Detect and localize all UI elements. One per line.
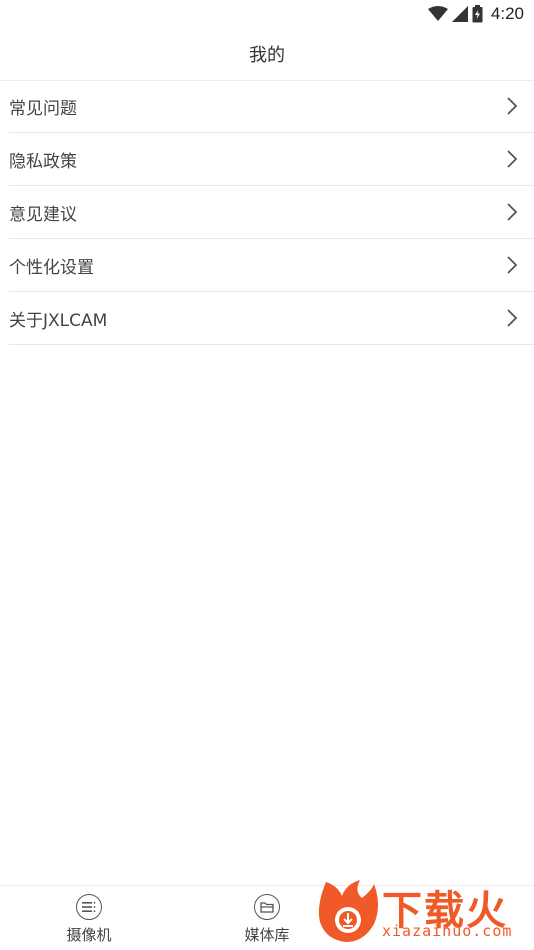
tab-media-label: 媒体库	[244, 926, 290, 944]
status-bar: 4:20	[0, 0, 534, 28]
chevron-right-icon	[506, 96, 518, 116]
folder-icon	[254, 894, 280, 920]
watermark-url: xiazaihuo.com	[382, 922, 513, 940]
flame-logo-icon	[318, 880, 378, 942]
menu-item-label: 隐私政策	[9, 151, 77, 172]
menu-item-label: 常见问题	[9, 98, 77, 119]
menu-item-about[interactable]: 关于JXLCAM	[9, 292, 534, 345]
chevron-right-icon	[506, 308, 518, 328]
app-screen: 4:20 我的 常见问题 隐私政策 意见建议 个性化设置 关于JXLCAM 摄像…	[0, 0, 534, 950]
page-title: 我的	[249, 45, 285, 66]
battery-icon	[472, 5, 483, 23]
menu-item-privacy-policy[interactable]: 隐私政策	[9, 133, 534, 186]
camera-list-icon	[76, 894, 102, 920]
chevron-right-icon	[506, 255, 518, 275]
wifi-icon	[427, 6, 448, 22]
chevron-right-icon	[506, 149, 518, 169]
tab-media-library[interactable]: 媒体库	[222, 894, 312, 945]
menu-list: 常见问题 隐私政策 意见建议 个性化设置 关于JXLCAM	[0, 80, 534, 345]
tab-camera-label: 摄像机	[66, 926, 112, 944]
menu-item-label: 个性化设置	[9, 257, 94, 278]
menu-item-personalization[interactable]: 个性化设置	[9, 239, 534, 292]
page-header: 我的	[0, 28, 534, 81]
menu-item-feedback[interactable]: 意见建议	[9, 186, 534, 239]
signal-icon	[451, 6, 468, 22]
menu-item-label: 意见建议	[9, 204, 77, 225]
chevron-right-icon	[506, 202, 518, 222]
menu-item-faq[interactable]: 常见问题	[9, 80, 534, 133]
status-time: 4:20	[490, 4, 524, 23]
menu-item-label: 关于JXLCAM	[9, 310, 108, 331]
tab-camera[interactable]: 摄像机	[44, 894, 134, 945]
watermark-logo: 下载火 xiazaihuo.com	[316, 876, 530, 946]
